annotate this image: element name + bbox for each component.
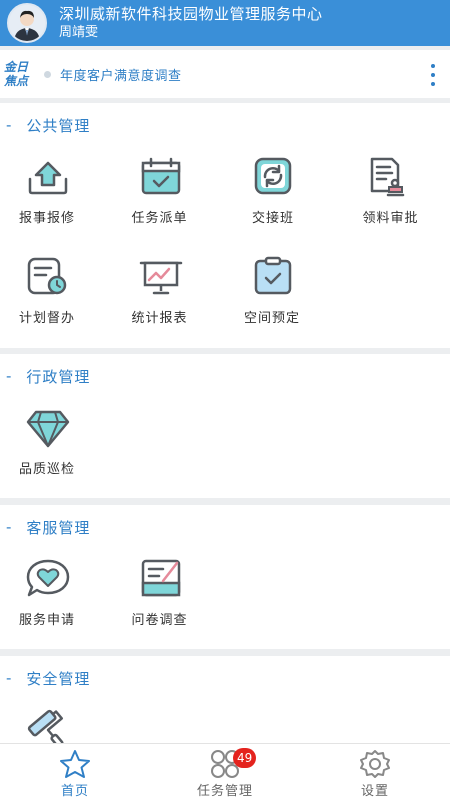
menu-item-label: 任务派单 [131, 211, 188, 226]
menu-item-task-dispatch[interactable]: 任务派单 [113, 147, 226, 247]
section-title: - 客服管理 [6, 518, 91, 537]
menu-item-questionnaire[interactable]: 问卷调查 [113, 549, 226, 649]
diamond-icon [26, 410, 70, 448]
menu-item-material-approval[interactable]: 领料审批 [338, 147, 450, 247]
menu-item-space-booking[interactable]: 空间预定 [225, 247, 338, 347]
section-title: - 安全管理 [6, 669, 91, 688]
menu-item-quality-inspection[interactable]: 品质巡检 [0, 398, 113, 498]
bottom-nav: 首页 49 任务管理 设置 [0, 743, 450, 800]
upload-tray-icon [28, 161, 68, 195]
menu-item-label: 统计报表 [131, 311, 188, 326]
focus-label-line2: 焦点 [4, 74, 29, 88]
nav-home[interactable]: 首页 [0, 744, 150, 800]
focus-bar[interactable]: 金日 焦点 年度客户满意度调查 [0, 50, 450, 98]
chart-board-icon [139, 261, 182, 295]
paint-roller-icon [27, 709, 64, 744]
menu-item-label: 交接班 [252, 211, 295, 226]
org-title: 深圳威新软件科技园物业管理服务中心 [59, 5, 323, 23]
focus-label: 金日 焦点 [4, 60, 38, 88]
nav-tasks[interactable]: 49 任务管理 [150, 744, 300, 800]
clipboard-check-icon [254, 256, 292, 295]
menu-item-safety-tool[interactable] [0, 700, 113, 744]
section-title-text: 客服管理 [26, 518, 91, 537]
section-title-text: 公共管理 [26, 116, 91, 135]
document-clock-icon [27, 257, 67, 295]
user-avatar-icon [9, 5, 45, 41]
section-title-text: 安全管理 [26, 669, 91, 688]
heart-bubble-icon [26, 559, 70, 597]
user-name: 周靖雯 [59, 25, 99, 40]
nav-settings[interactable]: 设置 [300, 744, 450, 800]
menu-item-shift-handover[interactable]: 交接班 [225, 147, 338, 247]
section-title: - 行政管理 [6, 367, 91, 386]
menu-item-label: 报事报修 [19, 211, 76, 226]
survey-board-icon [141, 559, 180, 597]
menu-item-label: 空间预定 [244, 311, 301, 326]
menu-item-plan-supervision[interactable]: 计划督办 [0, 247, 113, 347]
menu-item-statistics-report[interactable]: 统计报表 [113, 247, 226, 347]
nav-tasks-label: 任务管理 [196, 784, 253, 799]
section-public-management: - 公共管理 报事报修 任务派单 交接班 领料审批 计划督办 统计报表 空间预定 [0, 103, 450, 348]
section-admin-management: - 行政管理 品质巡检 [0, 354, 450, 498]
section-safety-management: - 安全管理 [0, 656, 450, 746]
document-stamp-icon [370, 157, 404, 197]
app-header: 深圳威新软件科技园物业管理服务中心 周靖雯 [0, 0, 450, 46]
menu-item-label: 问卷调查 [131, 613, 188, 628]
star-icon [60, 750, 90, 778]
nav-settings-label: 设置 [360, 784, 389, 799]
menu-item-label: 品质巡检 [19, 462, 76, 477]
focus-label-line1: 金日 [4, 60, 29, 74]
menu-item-label: 计划督办 [19, 311, 76, 326]
nav-home-label: 首页 [60, 784, 89, 799]
section-title-text: 行政管理 [26, 367, 91, 386]
focus-headline[interactable]: 年度客户满意度调查 [60, 65, 182, 84]
bullet-dot [44, 70, 51, 78]
menu-item-label: 服务申请 [19, 613, 76, 628]
header-info: 深圳威新软件科技园物业管理服务中心 周靖雯 [59, 5, 323, 41]
refresh-icon [254, 157, 292, 195]
more-vertical-icon[interactable] [430, 64, 436, 86]
menu-item-label: 领料审批 [362, 211, 419, 226]
menu-item-service-request[interactable]: 服务申请 [0, 549, 113, 649]
calendar-check-icon [141, 157, 180, 195]
section-customer-service: - 客服管理 服务申请 问卷调查 [0, 505, 450, 649]
menu-item-report-repair[interactable]: 报事报修 [0, 147, 113, 247]
task-count-badge: 49 [233, 748, 257, 768]
section-title: - 公共管理 [6, 116, 91, 135]
avatar[interactable] [7, 3, 47, 43]
gear-icon [360, 750, 390, 778]
